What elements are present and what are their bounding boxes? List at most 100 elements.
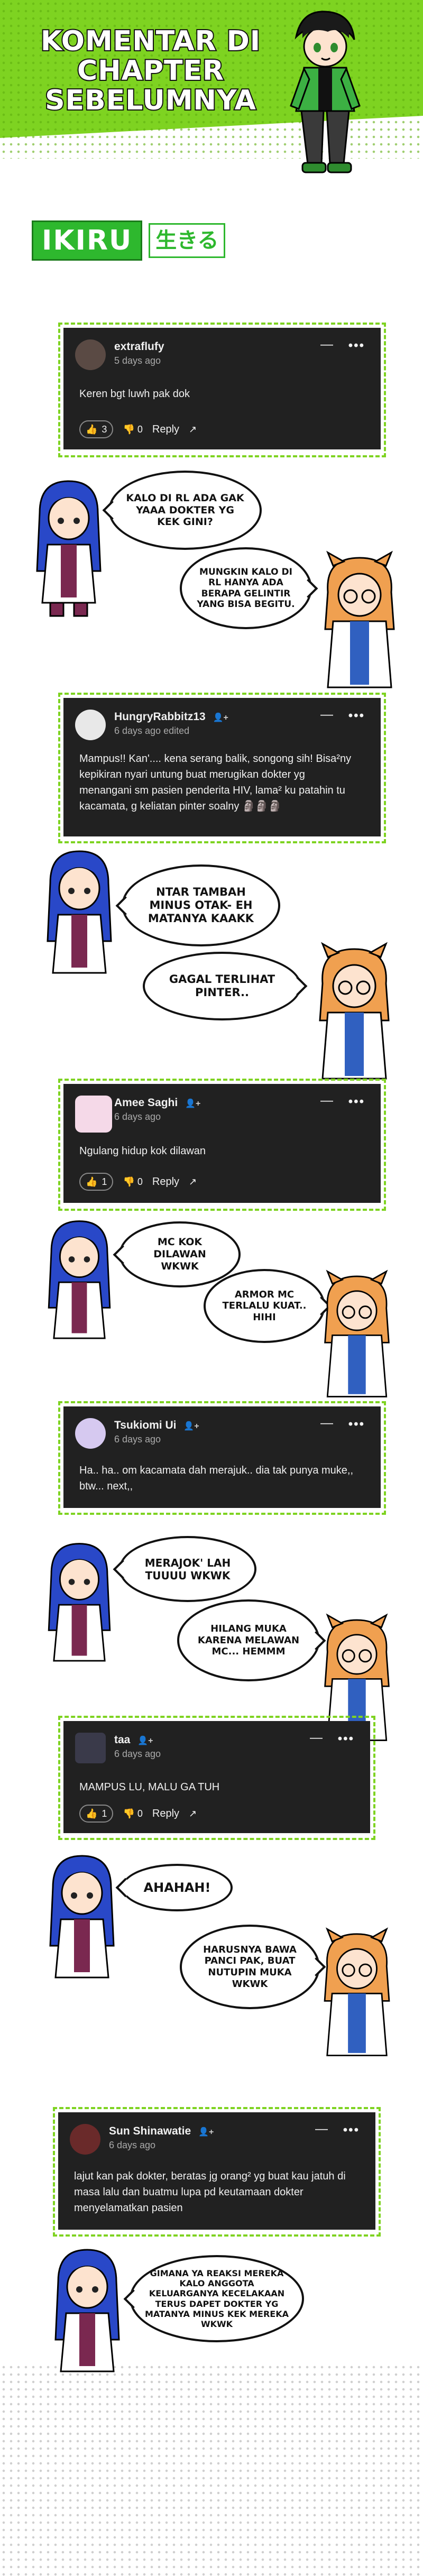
comment-username[interactable]: HungryRabbitz13 👤+: [114, 711, 228, 723]
dislike-count: 0: [137, 424, 143, 435]
add-user-icon: 👤+: [137, 1736, 153, 1745]
add-user-icon: 👤+: [185, 1099, 201, 1108]
comment-username[interactable]: Tsukiomi Ui 👤+: [114, 1419, 199, 1432]
like-count: 3: [102, 424, 107, 435]
comment-timestamp: 6 days ago edited: [114, 725, 190, 736]
more-options-icon[interactable]: •••: [338, 1732, 354, 1746]
minimize-icon[interactable]: —: [320, 707, 333, 722]
minimize-icon[interactable]: —: [315, 2122, 328, 2137]
comment-card-frame: taa 👤+ 6 days ago — ••• MAMPUS LU, MALU …: [58, 1716, 375, 1840]
minimize-icon[interactable]: —: [320, 337, 333, 352]
comment-text: Mampus!! Kan'.... kena serang balik, son…: [79, 753, 352, 812]
comment-timestamp: 6 days ago: [114, 1749, 161, 1759]
add-user-icon: 👤+: [183, 1422, 199, 1431]
thumbs-up-icon: 👍: [86, 424, 98, 435]
comment-card: Amee Saghi 👤+ 6 days ago — ••• Ngulang h…: [63, 1084, 381, 1203]
thumbs-down-icon: 👎: [123, 1808, 135, 1819]
speech-bubble: HILANG MUKA KARENA MELAWAN MC... HEMMM: [177, 1599, 320, 1681]
comment-card-frame: HungryRabbitz13 👤+ 6 days ago edited — •…: [58, 693, 386, 843]
more-options-icon[interactable]: •••: [348, 338, 365, 353]
comment-username[interactable]: Amee Saghi 👤+: [114, 1097, 200, 1109]
avatar[interactable]: [70, 2124, 100, 2155]
username-text[interactable]: HungryRabbitz13: [114, 711, 206, 723]
speech-bubble: MERAJOK' LAH TUUUU WKWK: [119, 1536, 256, 1602]
share-icon[interactable]: ↗: [189, 1809, 197, 1818]
comment-card-frame: Tsukiomi Ui 👤+ 6 days ago — ••• Ha.. ha.…: [58, 1401, 386, 1515]
speech-bubble: AHAHAH!: [122, 1864, 233, 1911]
orange-hair-girl-character: [324, 1269, 390, 1397]
dislike-button[interactable]: 👎 0: [123, 1176, 142, 1188]
share-icon[interactable]: ↗: [189, 1177, 197, 1186]
dislike-button[interactable]: 👎 0: [123, 424, 142, 435]
comment-text: Ngulang hidup kok dilawan: [79, 1145, 206, 1157]
comment-username[interactable]: Sun Shinawatie 👤+: [109, 2125, 214, 2138]
username-text[interactable]: taa: [114, 1734, 130, 1746]
speech-bubble: KALO DI RL ADA GAK YAAA DOKTER YG KEK GI…: [108, 471, 262, 550]
ikiru-logo: IKIRU 生きる: [32, 220, 226, 261]
like-button[interactable]: 👍 3: [79, 420, 114, 438]
avatar[interactable]: [75, 1733, 106, 1763]
dislike-count: 0: [137, 1808, 143, 1819]
minimize-icon[interactable]: —: [310, 1731, 323, 1745]
like-button[interactable]: 👍 1: [79, 1173, 114, 1191]
blue-hair-girl-character: [48, 1543, 111, 1662]
speech-bubble: NTAR TAMBAH MINUS OTAK- EH MATANYA KAAKK: [122, 864, 280, 946]
minimize-icon[interactable]: —: [320, 1416, 333, 1431]
more-options-icon[interactable]: •••: [348, 1094, 365, 1109]
like-count: 1: [102, 1176, 107, 1187]
comment-text: MAMPUS LU, MALU GA TUH: [79, 1781, 220, 1793]
title-line-3: SEBELUMNYA: [44, 85, 257, 116]
mascot-boy-illustration: [290, 11, 361, 173]
more-options-icon[interactable]: •••: [343, 2123, 360, 2138]
comment-card: HungryRabbitz13 👤+ 6 days ago edited — •…: [63, 698, 381, 836]
comment-timestamp: 6 days ago: [114, 1111, 161, 1122]
blue-hair-girl-character: [54, 2249, 120, 2372]
more-options-icon[interactable]: •••: [348, 709, 365, 723]
comment-card-frame: extraflufy 5 days ago — ••• Keren bgt lu…: [58, 323, 386, 457]
blue-hair-girl-character: [49, 1855, 115, 1979]
minimize-icon[interactable]: —: [320, 1093, 333, 1108]
add-user-icon: 👤+: [198, 2128, 214, 2137]
blue-hair-girl-character: [47, 850, 112, 974]
comment-card: taa 👤+ 6 days ago — ••• MAMPUS LU, MALU …: [63, 1721, 370, 1833]
comment-timestamp: 5 days ago: [114, 355, 161, 366]
comment-username[interactable]: extraflufy: [114, 341, 164, 353]
comment-card: extraflufy 5 days ago — ••• Keren bgt lu…: [63, 328, 381, 449]
page-title: KOMENTAR DI CHAPTER SEBELUMNYA: [37, 25, 264, 116]
title-line-2: CHAPTER: [76, 55, 225, 87]
reply-button[interactable]: Reply: [152, 424, 179, 436]
avatar[interactable]: [75, 339, 106, 370]
comment-actions: 👍 3 👎 0 Reply ↗: [79, 420, 197, 438]
reply-button[interactable]: Reply: [152, 1176, 179, 1188]
reply-button[interactable]: Reply: [152, 1808, 179, 1820]
like-button[interactable]: 👍 1: [79, 1805, 114, 1823]
title-line-1: KOMENTAR DI: [40, 25, 261, 57]
dislike-button[interactable]: 👎 0: [123, 1808, 142, 1819]
orange-hair-girl-character: [324, 550, 395, 688]
orange-hair-girl-character: [324, 1927, 390, 2056]
speech-bubble: HARUSNYA BAWA PANCI PAK, BUAT NUTUPIN MU…: [180, 1925, 320, 2009]
comment-text: lajut kan pak dokter, beratas jg orang² …: [74, 2170, 346, 2214]
avatar[interactable]: [75, 710, 106, 740]
speech-bubble: GIMANA YA REAKSI MEREKA KALO ANGGOTA KEL…: [130, 2255, 304, 2342]
username-text[interactable]: Amee Saghi: [114, 1097, 178, 1109]
more-options-icon[interactable]: •••: [348, 1417, 365, 1432]
speech-bubble: ARMOR MC TERLALU KUAT.. HIHI: [204, 1269, 325, 1343]
comment-actions: 👍 1 👎 0 Reply ↗: [79, 1173, 197, 1191]
avatar[interactable]: [75, 1418, 106, 1449]
share-icon[interactable]: ↗: [189, 425, 197, 434]
username-text[interactable]: Sun Shinawatie: [109, 2125, 191, 2137]
comment-timestamp: 6 days ago: [109, 2140, 156, 2150]
comment-card: Tsukiomi Ui 👤+ 6 days ago — ••• Ha.. ha.…: [63, 1406, 381, 1508]
avatar[interactable]: [75, 1096, 112, 1133]
username-text[interactable]: Tsukiomi Ui: [114, 1419, 176, 1431]
logo-wordmark: IKIRU: [32, 220, 143, 261]
comment-card-frame: Amee Saghi 👤+ 6 days ago — ••• Ngulang h…: [58, 1079, 386, 1211]
speech-bubble: GAGAL TERLIHAT PINTER..: [143, 952, 301, 1020]
comment-text: Ha.. ha.. om kacamata dah merajuk.. dia …: [79, 1465, 354, 1492]
comment-username[interactable]: taa 👤+: [114, 1734, 153, 1746]
comment-timestamp: 6 days ago: [114, 1434, 161, 1445]
header-banner: KOMENTAR DI CHAPTER SEBELUMNYA: [0, 0, 423, 174]
thumbs-down-icon: 👎: [123, 1176, 135, 1187]
thumbs-up-icon: 👍: [86, 1808, 98, 1819]
